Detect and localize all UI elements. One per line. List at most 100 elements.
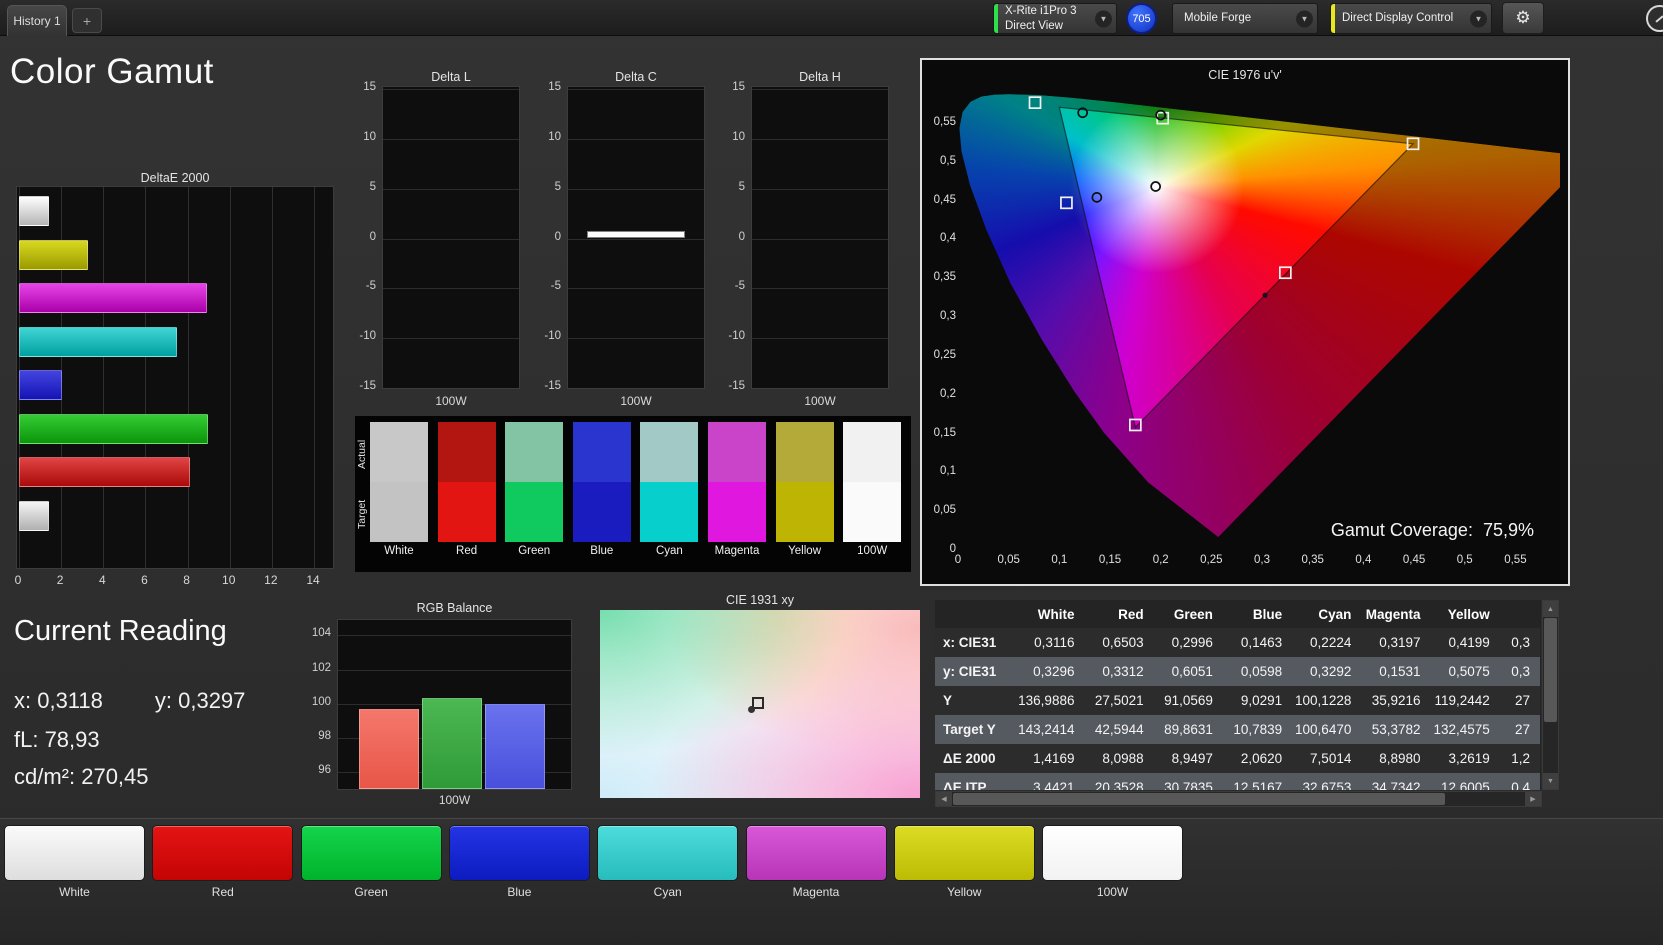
pattern-label: Blue <box>449 885 590 899</box>
axis-tick-label: 0,3 <box>1254 554 1270 566</box>
swatch-actual <box>505 422 563 482</box>
settings-button[interactable]: ⚙ <box>1502 2 1544 34</box>
table-cell: 2,0620 <box>1223 744 1292 773</box>
swatch-label: White <box>370 545 428 557</box>
table-cell: 3,4421 <box>1015 773 1084 790</box>
pattern-label: Green <box>301 885 442 899</box>
table-cell: 136,9886 <box>1015 686 1084 715</box>
axis-tick-label: -15 <box>544 380 561 392</box>
axis-label: 100W <box>751 394 889 408</box>
swatch-actual <box>438 422 496 482</box>
delta-chart-delta-h: Delta H151050-5-10-15100W <box>721 64 893 412</box>
table-row: x: CIE310,31160,65030,29960,14630,22240,… <box>935 628 1540 657</box>
axis-tick-label: 15 <box>732 81 745 93</box>
pattern-button-magenta[interactable] <box>746 825 887 881</box>
grid-line <box>383 388 519 389</box>
scroll-up-icon[interactable]: ▲ <box>1543 601 1558 617</box>
pattern-label: White <box>4 885 145 899</box>
table-row-label: Target Y <box>935 715 1015 744</box>
gamut-coverage-value: 75,9% <box>1483 520 1534 540</box>
swatch-label: Green <box>505 545 563 557</box>
pattern-item: Green <box>301 825 442 899</box>
table-cell: 27,5021 <box>1084 686 1153 715</box>
grid-line <box>568 189 704 190</box>
grid-line <box>752 189 888 190</box>
out-of-gamut-shade <box>959 94 1560 537</box>
table-cell: 0,6503 <box>1084 628 1153 657</box>
table-horizontal-scrollbar[interactable]: ◀ ▶ <box>935 791 1542 807</box>
table-col-header: Magenta <box>1361 600 1430 628</box>
scrollbar-thumb[interactable] <box>1544 618 1557 722</box>
axis-tick-label: 0,45 <box>934 194 956 206</box>
add-tab-button[interactable]: + <box>72 8 102 33</box>
scroll-left-icon[interactable]: ◀ <box>936 792 952 806</box>
pattern-button-cyan[interactable] <box>597 825 738 881</box>
cie1976-plot <box>958 84 1560 550</box>
scroll-right-icon[interactable]: ▶ <box>1525 792 1541 806</box>
rgb-bar-green <box>422 698 482 789</box>
axis-tick-label: 5 <box>739 181 745 193</box>
table-cell: 0,4199 <box>1431 628 1500 657</box>
table-cell: 0,4 <box>1500 773 1540 790</box>
plus-icon: + <box>83 13 91 29</box>
table-row-label: y: CIE31 <box>935 657 1015 686</box>
pattern-button-white[interactable] <box>4 825 145 881</box>
meter-dropdown[interactable]: X-Rite i1Pro 3 Direct View ▼ <box>993 3 1117 34</box>
table-cell: 100,1228 <box>1292 686 1361 715</box>
grid-line <box>383 189 519 190</box>
grid-line <box>752 388 888 389</box>
table-vertical-scrollbar[interactable]: ▲ ▼ <box>1542 600 1559 790</box>
swatch-actual <box>843 422 901 482</box>
swatch-label: 100W <box>843 545 901 557</box>
table-header-row: WhiteRedGreenBlueCyanMagentaYellow <box>935 600 1540 628</box>
pattern-source-dropdown[interactable]: Mobile Forge ▼ <box>1172 3 1318 34</box>
deltae-bar-cyan <box>19 327 177 357</box>
axis-tick-label: 0,25 <box>934 349 956 361</box>
grid-line <box>568 89 704 90</box>
scrollbar-thumb[interactable] <box>953 793 1445 805</box>
pattern-button-red[interactable] <box>152 825 293 881</box>
table-cell: 10,7839 <box>1223 715 1292 744</box>
gauge-button[interactable] <box>1646 5 1663 32</box>
pattern-button-yellow[interactable] <box>894 825 1035 881</box>
grid-line <box>568 388 704 389</box>
axis-tick-label: 10 <box>732 131 745 143</box>
table-cell: 0,3116 <box>1015 628 1084 657</box>
axis-tick-label: -15 <box>359 380 376 392</box>
axis-tick-label: 0,5 <box>940 155 956 167</box>
axis-label: 100W <box>567 394 705 408</box>
axis-tick-label: 0 <box>370 231 376 243</box>
display-control-dropdown[interactable]: Direct Display Control ▼ <box>1330 3 1492 34</box>
target-row-label: Target <box>356 484 370 544</box>
pattern-button-blue[interactable] <box>449 825 590 881</box>
swatch-blue: Blue <box>573 422 631 557</box>
table-cell: 30,7835 <box>1154 773 1223 790</box>
axis-tick-label: 5 <box>555 181 561 193</box>
axis-tick-label: 0,25 <box>1200 554 1222 566</box>
axis-tick-label: 0,1 <box>1051 554 1067 566</box>
pattern-button-green[interactable] <box>301 825 442 881</box>
swatch-white: White <box>370 422 428 557</box>
top-bar: History 1 + X-Rite i1Pro 3 Direct View ▼… <box>0 0 1663 36</box>
grid-line <box>103 187 104 568</box>
deltae-chart <box>16 186 334 569</box>
cie1931-panel <box>600 610 920 798</box>
grid-line <box>383 239 519 240</box>
axis-tick-label: -15 <box>728 380 745 392</box>
axis-tick-label: 0 <box>15 573 22 587</box>
table-cell: 89,8631 <box>1154 715 1223 744</box>
swatch-target <box>776 482 834 542</box>
chart-plot <box>567 86 705 389</box>
grid-line <box>188 187 189 568</box>
scroll-down-icon[interactable]: ▼ <box>1543 773 1558 789</box>
axis-tick-label: 10 <box>363 131 376 143</box>
tab-history-1[interactable]: History 1 <box>7 5 67 36</box>
table-cell: 0,3296 <box>1015 657 1084 686</box>
swatch-label: Cyan <box>640 545 698 557</box>
pattern-button-100w[interactable] <box>1042 825 1183 881</box>
table-cell: 0,5075 <box>1431 657 1500 686</box>
swatch-target <box>438 482 496 542</box>
y-axis-labels: 151050-5-10-15 <box>352 64 378 412</box>
grid-line <box>752 89 888 90</box>
pattern-item: Red <box>152 825 293 899</box>
